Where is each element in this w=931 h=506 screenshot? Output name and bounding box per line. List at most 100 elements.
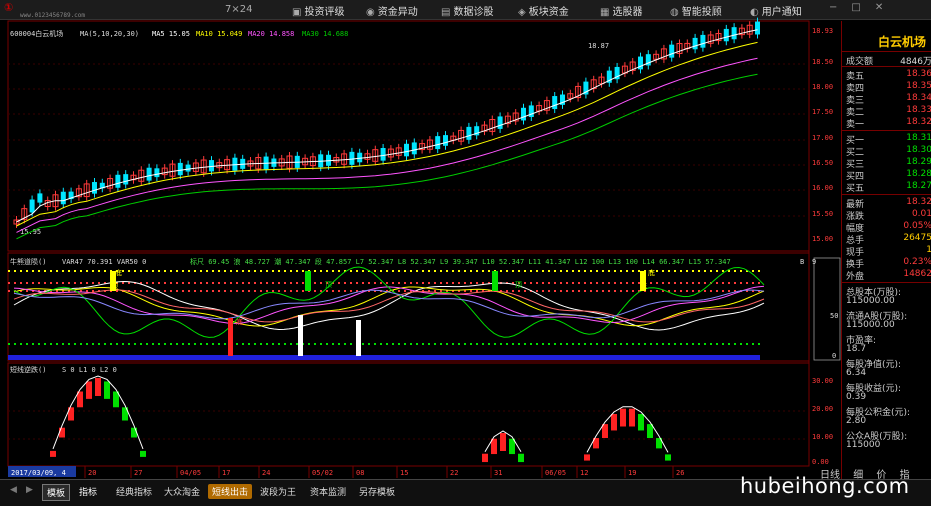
x-tick-label: 27: [134, 469, 142, 477]
candle-body: [146, 167, 152, 181]
chart-area: 600004白云机场 MA(5,10,20,30) MA5 15.05 MA10…: [7, 17, 841, 478]
stat-row: 外盘 14862: [846, 269, 931, 282]
candle-body: [37, 193, 43, 203]
candle-body: [177, 162, 183, 176]
candle-body: [404, 143, 409, 157]
oscillator-line: [13, 266, 765, 338]
indicator1-name: 牛熊道陨(): [10, 257, 46, 266]
indicator1-scale-text: 标尺 69.45 浪 48.727 潮 47.347 段 47.857 L7 5…: [190, 257, 731, 266]
tab-classic-indicator[interactable]: 经典指标: [112, 484, 156, 499]
sell-row[interactable]: 卖五 18.36: [844, 69, 931, 82]
x-tick-label: 15: [400, 469, 408, 477]
tab-save-template[interactable]: 另存模板: [355, 484, 399, 499]
main-y-tick: 15.00: [812, 235, 833, 243]
candle-body: [411, 142, 417, 155]
momentum-bar: [104, 381, 110, 399]
candle-body: [185, 164, 191, 172]
momentum-bar: [95, 378, 101, 396]
tab-template[interactable]: 模板: [42, 484, 71, 501]
tab-indicator[interactable]: 指标: [75, 484, 101, 499]
momentum-bar: [620, 408, 626, 427]
close-icon[interactable]: ✕: [875, 2, 883, 13]
main-y-tick: 18.93: [812, 27, 833, 35]
ma30-line: [16, 73, 758, 240]
sell-row[interactable]: 卖三 18.34: [844, 93, 931, 106]
oscillator-line: [13, 286, 765, 327]
tab-wave-king[interactable]: 波段为王: [256, 484, 300, 499]
ma20-line: [16, 57, 758, 233]
momentum-bar: [584, 454, 590, 461]
candle-body: [443, 135, 448, 146]
high-price-marker: 18.87: [588, 42, 609, 50]
candle-body: [669, 44, 675, 58]
info-row: 流通A股(万股):: [846, 312, 908, 322]
candle-body: [552, 96, 558, 110]
x-tick-label: 22: [450, 469, 458, 477]
stat-row: 总手 26475: [846, 233, 931, 246]
momentum-bar: [50, 450, 56, 457]
buy-row[interactable]: 买二 18.30: [844, 145, 931, 158]
main-y-tick: 17.00: [812, 134, 833, 142]
candle-body: [29, 199, 35, 213]
top-marker-label: 顶: [515, 281, 522, 289]
main-y-tick: 16.50: [812, 159, 833, 167]
signal-bar: [356, 320, 361, 356]
candle-body: [357, 152, 363, 163]
ind1-y-tick: 9: [812, 258, 816, 266]
ma20-label: MA20 14.858: [248, 30, 294, 38]
x-tick-label: 12: [580, 469, 588, 477]
buy-row[interactable]: 买三 18.29: [844, 157, 931, 170]
sell-row[interactable]: 卖四 18.35: [844, 81, 931, 94]
buy-row[interactable]: 买五 18.27: [844, 181, 931, 194]
info-value: 18.7: [846, 344, 867, 354]
ma10-line: [16, 41, 758, 227]
bottom-band: [8, 355, 760, 360]
momentum-bar: [131, 427, 137, 438]
info-row: 每股收益(元):: [846, 384, 902, 394]
signal-block: [492, 271, 498, 291]
x-tick-label: 20: [88, 469, 96, 477]
tab-scroll-right[interactable]: ▶: [22, 484, 37, 496]
stat-row: 换手 0.23%: [846, 257, 931, 270]
bottom-marker-label: 底: [640, 281, 647, 290]
main-y-tick: 15.50: [812, 210, 833, 218]
stat-row: 幅度 0.05%: [846, 221, 931, 234]
ind2-y-tick: 0.00: [812, 458, 829, 466]
buy-row[interactable]: 买四 18.28: [844, 169, 931, 182]
indicator2-name: 短线逆跌(): [10, 365, 46, 374]
x-axis-first-date: 2017/03/09, 4: [11, 469, 66, 477]
candle-body: [380, 148, 386, 161]
ma10-label: MA10 15.049: [196, 30, 242, 38]
quote-panel: 白云机场 成交额 4846万 卖五 18.36 卖四 18.35 卖三 18.34 卖二…: [841, 21, 931, 479]
x-tick-label: 05/02: [312, 469, 333, 477]
candle-body: [755, 21, 760, 35]
maximize-icon[interactable]: □: [851, 2, 860, 13]
info-row: 公众A股(万股):: [846, 432, 908, 442]
top-marker-label: 顶: [111, 282, 118, 290]
info-row: 市盈率:: [846, 336, 877, 346]
candle-body: [349, 151, 355, 165]
signal-bar: [228, 318, 233, 356]
candle-body: [435, 136, 441, 150]
buy-row[interactable]: 买一 18.31: [844, 133, 931, 146]
candle-body: [115, 174, 121, 188]
indicator2-plot: [50, 375, 671, 463]
candle-body: [466, 126, 472, 140]
stock-name: 白云机场: [878, 35, 927, 49]
indicator2-values: S 0 L1 0 L2 0: [62, 366, 117, 374]
tab-public-gold[interactable]: 大众淘金: [160, 484, 204, 499]
tab-scroll-left[interactable]: ◀: [6, 484, 21, 496]
ma-params: MA(5,10,20,30): [80, 30, 139, 38]
ind1-y-tick: B: [800, 258, 804, 266]
sell-row[interactable]: 卖二 18.33: [844, 105, 931, 118]
info-value: 2.80: [846, 416, 867, 426]
main-stock-code: 600004白云机场: [10, 29, 63, 38]
sell-row[interactable]: 卖一 18.32: [844, 117, 931, 130]
candle-body: [497, 116, 503, 129]
main-y-axis: 18.93 18.50 18.00 17.50 17.00 16.50 16.0…: [812, 27, 833, 243]
tab-short-attack[interactable]: 短线出击: [208, 484, 253, 499]
momentum-bar: [638, 413, 644, 431]
x-axis-ticks: 20 27 04/05 17 24 05/02 08 15 22 31 06/05 12 19 26: [84, 466, 684, 478]
indicator1-plot: [8, 266, 765, 360]
tab-capital-monitor[interactable]: 资本监测: [306, 484, 350, 499]
